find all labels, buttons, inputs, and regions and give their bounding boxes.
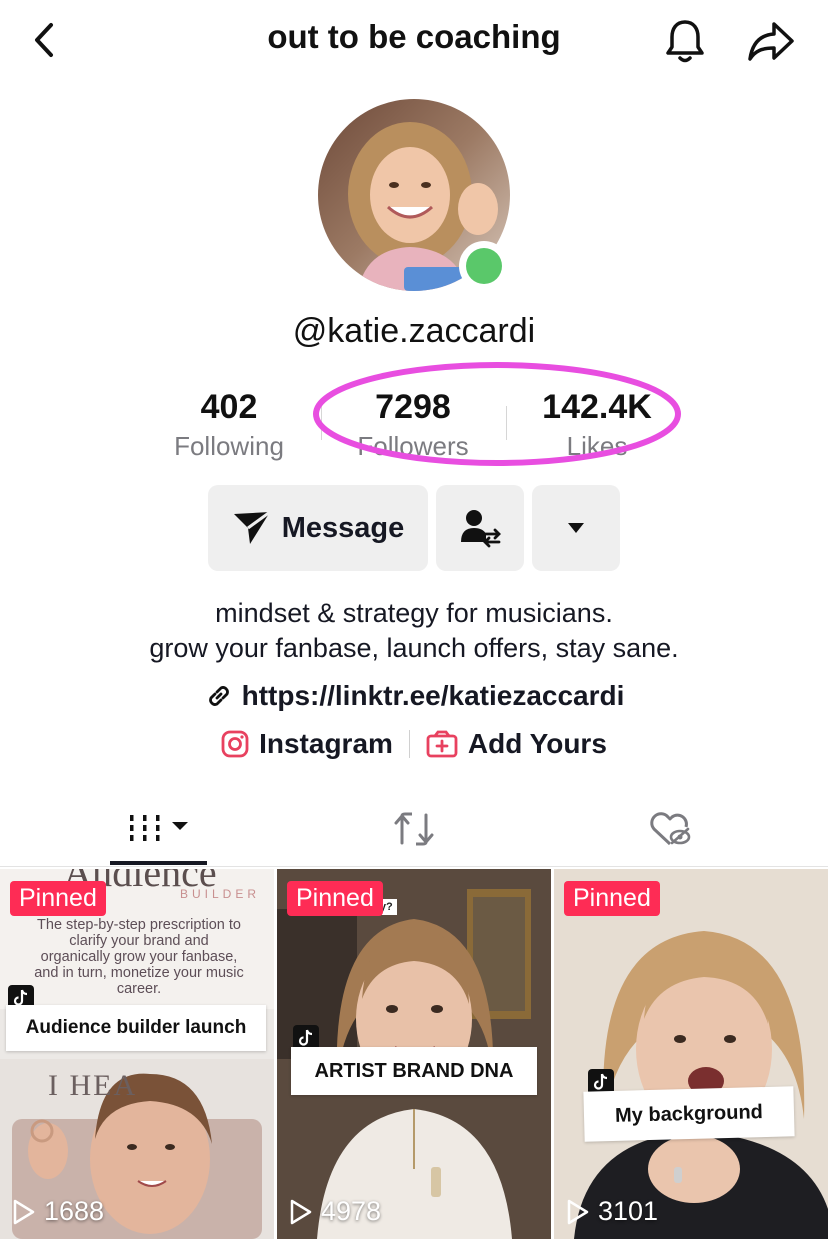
video-caption: Audience builder launch xyxy=(6,1005,266,1051)
bio-link[interactable]: https://linktr.ee/katiezaccardi xyxy=(0,680,828,712)
following-label: Following xyxy=(174,431,284,461)
bio-link-text: https://linktr.ee/katiezaccardi xyxy=(241,680,625,711)
view-count: 3101 xyxy=(566,1196,658,1227)
add-yours-link[interactable]: Add Yours xyxy=(426,728,607,760)
instagram-link[interactable]: Instagram xyxy=(221,728,393,760)
message-label: Message xyxy=(281,511,405,544)
repost-icon xyxy=(394,812,434,846)
instagram-label: Instagram xyxy=(259,728,393,759)
more-options-button[interactable] xyxy=(532,485,620,571)
play-icon xyxy=(567,1199,589,1224)
bio-line-1: mindset & strategy for musicians. xyxy=(215,598,613,628)
bio-line-2: grow your fanbase, launch offers, stay s… xyxy=(149,633,679,663)
play-icon xyxy=(290,1199,312,1224)
send-icon xyxy=(233,510,271,544)
play-icon xyxy=(13,1199,35,1224)
overlay-description: The step-by-step prescription to clarify… xyxy=(34,917,244,997)
caret-down-icon xyxy=(568,523,584,533)
tab-videos[interactable] xyxy=(110,792,207,866)
video-tile[interactable]: My background Pinned 3101 xyxy=(554,869,828,1239)
message-button[interactable]: Message xyxy=(208,485,428,571)
notification-button[interactable] xyxy=(660,16,710,66)
share-arrow-icon xyxy=(748,22,794,61)
follow-status-button[interactable] xyxy=(436,485,524,571)
video-caption: ARTIST BRAND DNA xyxy=(291,1047,537,1095)
view-count: 4978 xyxy=(289,1196,381,1227)
pinned-badge: Pinned xyxy=(564,881,660,916)
hidden-heart-icon xyxy=(650,812,691,846)
active-tab-indicator xyxy=(110,861,207,865)
pinned-badge: Pinned xyxy=(10,881,106,916)
view-count: 1688 xyxy=(12,1196,104,1227)
video-caption: My background xyxy=(583,1086,795,1142)
tab-liked[interactable] xyxy=(626,792,714,866)
view-count-value: 3101 xyxy=(598,1196,659,1226)
user-swap-icon xyxy=(461,510,501,548)
pinned-badge: Pinned xyxy=(287,881,383,916)
link-icon xyxy=(208,686,229,706)
highlight-circle xyxy=(313,362,681,466)
social-divider xyxy=(408,730,410,758)
stat-following[interactable]: 402 Following xyxy=(144,388,314,462)
content-tabs xyxy=(0,792,828,867)
online-status-indicator xyxy=(459,241,509,291)
instagram-icon xyxy=(221,730,249,758)
background-text: I HEA xyxy=(48,1069,138,1102)
video-thumbnail xyxy=(554,869,828,1239)
add-yours-icon xyxy=(426,730,458,758)
video-tile[interactable]: ney? ARTIST BRAND DNA Pinned 4978 xyxy=(277,869,551,1239)
bell-icon xyxy=(666,20,704,63)
add-yours-label: Add Yours xyxy=(467,728,607,759)
videos-grid-icon xyxy=(129,815,188,841)
view-count-value: 4978 xyxy=(321,1196,382,1226)
share-button[interactable] xyxy=(744,16,798,66)
video-tile[interactable]: Audience BUILDER The step-by-step prescr… xyxy=(0,869,274,1239)
username: @katie.zaccardi xyxy=(292,312,536,350)
following-count: 402 xyxy=(200,388,258,426)
tab-reposts[interactable] xyxy=(370,792,458,866)
view-count-value: 1688 xyxy=(44,1196,105,1226)
overlay-subtitle: BUILDER xyxy=(179,887,260,901)
social-links: Instagram Add Yours xyxy=(0,728,828,760)
